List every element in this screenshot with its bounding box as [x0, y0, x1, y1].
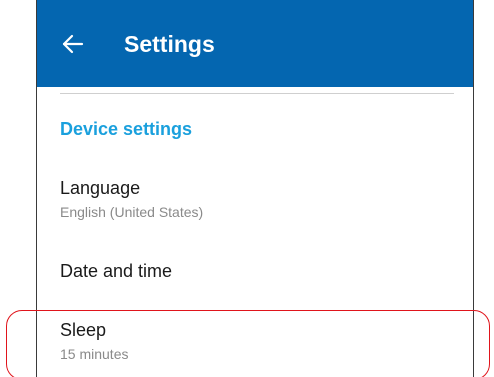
page-title: Settings: [124, 31, 215, 57]
section-header-device-settings: Device settings: [60, 119, 193, 139]
settings-item-title: Date and time: [60, 261, 173, 281]
settings-screen: Settings Device settings Language Englis…: [36, 0, 474, 377]
settings-item-language[interactable]: Language English (United States): [37, 170, 473, 234]
screenshot-stage: Settings Device settings Language Englis…: [0, 0, 494, 377]
settings-item-subtitle: 15 minutes: [60, 346, 129, 362]
settings-item-subtitle: English (United States): [60, 204, 204, 220]
app-bar: Settings: [37, 0, 473, 87]
settings-item-date-and-time[interactable]: Date and time: [37, 248, 473, 296]
divider: [60, 93, 454, 94]
settings-item-title: Sleep: [60, 320, 107, 340]
back-button[interactable]: [55, 26, 91, 62]
settings-item-title: Language: [60, 178, 141, 198]
settings-item-sleep[interactable]: Sleep 15 minutes: [37, 310, 473, 377]
arrow-left-icon: [62, 34, 84, 54]
